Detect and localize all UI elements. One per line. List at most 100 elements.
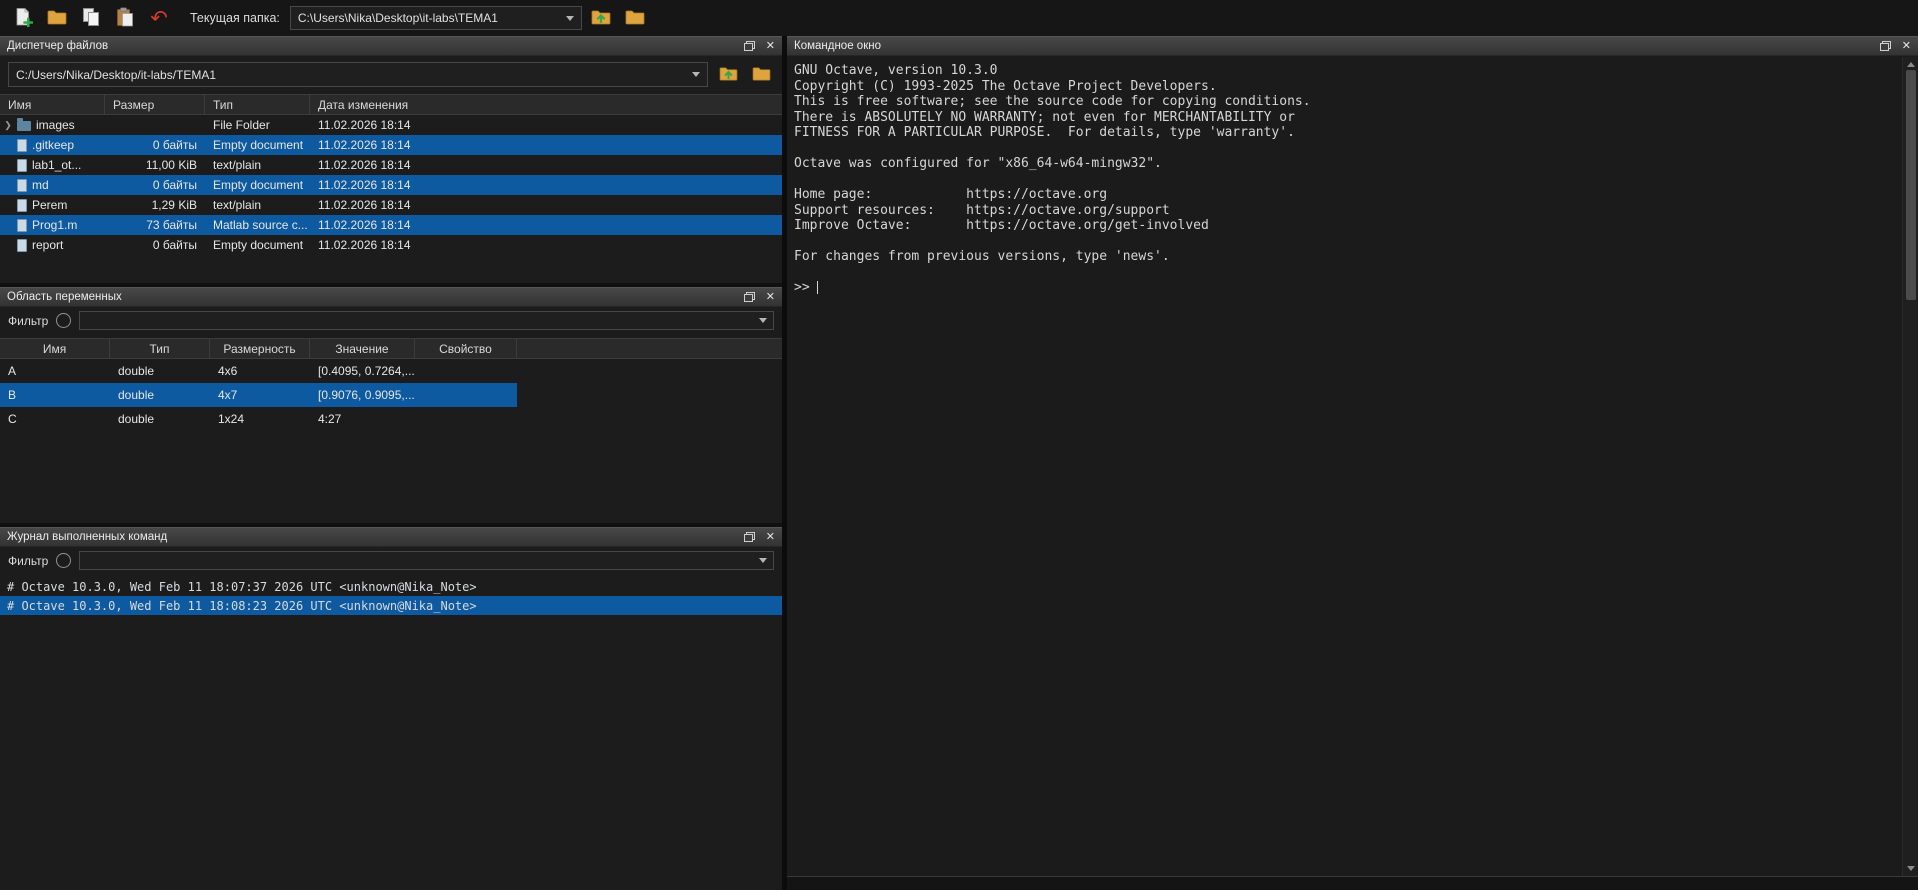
copy-button[interactable] [76,4,106,32]
file-name-cell: ❯ images [0,118,105,132]
command-prompt-line[interactable]: >> [794,280,1898,296]
workspace-dims-cell: 4x7 [210,388,310,402]
file-type-cell: text/plain [205,198,310,212]
file-browser-address-combobox[interactable]: C:/Users/Nika/Desktop/it-labs/TEMA1 [8,62,708,87]
history-filter-combobox[interactable] [79,551,774,570]
close-icon[interactable]: ✕ [1902,41,1911,52]
file-name-cell: ❯lab1_ot... [0,158,105,172]
folder-up-button[interactable] [715,63,741,87]
close-icon[interactable]: ✕ [766,532,775,543]
command-history-titlebar[interactable]: Журнал выполненных команд ✕ [0,527,782,547]
column-header-name[interactable]: Имя [0,339,110,358]
history-row[interactable]: # Octave 10.3.0, Wed Feb 11 18:07:37 202… [0,577,782,596]
file-row[interactable]: ❯Perem1,29 KiBtext/plain11.02.2026 18:14 [0,195,782,215]
chevron-down-icon[interactable] [759,558,767,563]
column-header-attr[interactable]: Свойство [415,339,517,358]
command-history-panel: Журнал выполненных команд ✕ Фильтр # Oct… [0,527,782,890]
undock-icon[interactable] [1880,41,1891,51]
file-type-cell: text/plain [205,158,310,172]
workspace-name-cell: B [0,388,110,402]
file-browser-toolbar: C:/Users/Nika/Desktop/it-labs/TEMA1 [0,56,782,92]
workspace-list: Adouble4x6[0.4095, 0.7264,...Bdouble4x7[… [0,359,782,523]
scroll-down-arrow-icon[interactable] [1907,866,1915,871]
panel-titlebar-buttons: ✕ [744,41,775,52]
undock-icon[interactable] [744,292,755,302]
file-row[interactable]: ❯lab1_ot...11,00 KiBtext/plain11.02.2026… [0,155,782,175]
open-file-button[interactable] [42,4,72,32]
panel-title: Командное окно [794,40,881,52]
folder-up-icon [719,66,738,84]
file-name-label: md [32,178,49,192]
panel-titlebar-buttons: ✕ [1880,41,1911,52]
file-browser-titlebar[interactable]: Диспетчер файлов ✕ [0,36,782,56]
history-row[interactable]: # Octave 10.3.0, Wed Feb 11 18:08:23 202… [0,596,782,615]
undo-button[interactable]: ↶ [144,4,174,32]
column-header-dims[interactable]: Размерность [210,339,310,358]
file-name-cell: ❯report [0,238,105,252]
file-size-cell: 11,00 KiB [105,158,205,172]
command-window-titlebar[interactable]: Командное окно ✕ [787,36,1918,56]
scroll-up-arrow-icon[interactable] [1907,62,1915,67]
undo-icon: ↶ [150,8,168,29]
filter-checkbox[interactable] [56,553,71,568]
command-window-output[interactable]: GNU Octave, version 10.3.0Copyright (C) … [787,57,1902,876]
column-header-name[interactable]: Имя [0,95,105,114]
workspace-value-cell: [0.4095, 0.7264,... [310,364,415,378]
column-header-value[interactable]: Значение [310,339,415,358]
workspace-type-cell: double [110,412,210,426]
file-date-cell: 11.02.2026 18:14 [310,178,782,192]
scrollbar-thumb[interactable] [1906,70,1916,300]
undock-icon[interactable] [744,532,755,542]
workspace-filter-row: Фильтр [0,307,782,334]
file-name-cell: ❯Perem [0,198,105,212]
browse-actions-button[interactable] [748,63,774,87]
panel-title: Журнал выполненных команд [7,531,167,543]
close-icon[interactable]: ✕ [766,292,775,303]
file-row[interactable]: ❯.gitkeep0 байтыEmpty document11.02.2026… [0,135,782,155]
command-output-line: For changes from previous versions, type… [794,249,1898,265]
chevron-down-icon[interactable] [759,318,767,323]
column-header-date[interactable]: Дата изменения [310,95,782,114]
workspace-titlebar[interactable]: Область переменных ✕ [0,287,782,307]
vertical-scrollbar[interactable] [1902,57,1918,876]
file-date-cell: 11.02.2026 18:14 [310,238,782,252]
workspace-type-cell: double [110,388,210,402]
left-dock-column: Диспетчер файлов ✕ C:/Users/Nika/Desktop… [0,36,782,890]
workspace-table-header: Имя Тип Размерность Значение Свойство [0,338,782,359]
file-name-label: report [32,238,63,252]
file-row[interactable]: ❯Prog1.m73 байтыMatlab source c...11.02.… [0,215,782,235]
column-header-type[interactable]: Тип [110,339,210,358]
file-list: ❯imagesFile Folder11.02.2026 18:14❯.gitk… [0,115,782,283]
current-folder-combobox[interactable]: C:\Users\Nika\Desktop\it-labs\TEMA1 [290,6,582,30]
paste-button[interactable] [110,4,140,32]
folder-up-button[interactable] [586,4,616,32]
file-row[interactable]: ❯imagesFile Folder11.02.2026 18:14 [0,115,782,135]
filter-checkbox[interactable] [56,313,71,328]
expand-arrow-icon[interactable]: ❯ [4,121,12,130]
browse-folder-button[interactable] [620,4,650,32]
column-header-type[interactable]: Тип [205,95,310,114]
new-script-button[interactable] [8,4,38,32]
workspace-name-cell: C [0,412,110,426]
file-name-label: Prog1.m [32,218,77,232]
workspace-row[interactable]: Adouble4x6[0.4095, 0.7264,... [0,359,517,383]
column-header-size[interactable]: Размер [105,95,205,114]
file-row[interactable]: ❯report0 байтыEmpty document11.02.2026 1… [0,235,782,255]
panel-titlebar-buttons: ✕ [744,532,775,543]
undock-icon[interactable] [744,41,755,51]
filter-label: Фильтр [8,554,48,568]
chevron-down-icon[interactable] [566,16,574,21]
workspace-filter-combobox[interactable] [79,311,774,330]
file-date-cell: 11.02.2026 18:14 [310,198,782,212]
workspace-value-cell: [0.9076, 0.9095,... [310,388,415,402]
file-name-label: images [36,118,75,132]
workspace-row[interactable]: Cdouble1x244:27 [0,407,517,431]
workspace-row[interactable]: Bdouble4x7[0.9076, 0.9095,... [0,383,517,407]
chevron-down-icon[interactable] [692,72,700,77]
file-row[interactable]: ❯md0 байтыEmpty document11.02.2026 18:14 [0,175,782,195]
file-type-cell: Empty document [205,178,310,192]
workspace-value-cell: 4:27 [310,412,415,426]
close-icon[interactable]: ✕ [766,41,775,52]
file-type-cell: Empty document [205,138,310,152]
file-date-cell: 11.02.2026 18:14 [310,118,782,132]
